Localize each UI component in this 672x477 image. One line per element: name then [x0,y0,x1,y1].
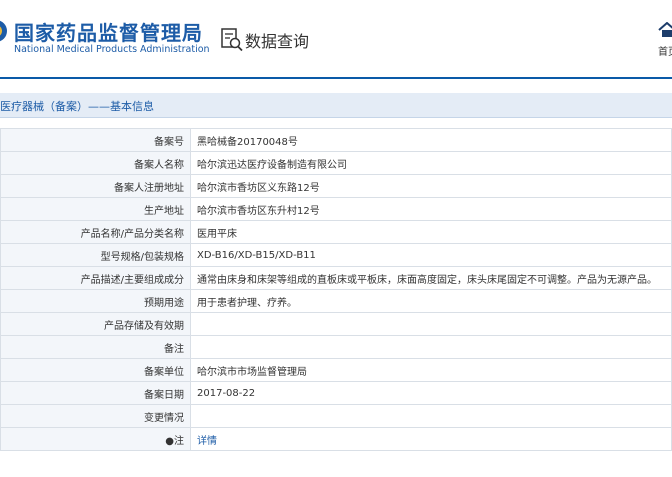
table-row: 备案日期 2017-08-22 [0,381,672,405]
table-row: 备注 [0,335,672,359]
emblem-icon [0,20,7,42]
field-value: 哈尔滨迅达医疗设备制造有限公司 [190,151,672,175]
agency-name-cn: 国家药品监督管理局 [14,21,203,45]
table-row: 型号规格/包装规格 XD-B16/XD-B15/XD-B11 [0,243,672,267]
field-value: 通常由床身和床架等组成的直板床或平板床，床面高度固定，床头床尾固定不可调整。产品… [190,266,672,290]
table-row: 备案人注册地址 哈尔滨市香坊区义东路12号 [0,174,672,198]
field-label: 产品存储及有效期 [0,312,191,336]
header-divider [0,77,672,79]
field-label: 备案日期 [0,381,191,405]
field-value: 哈尔滨市市场监督管理局 [190,358,672,382]
field-value: 哈尔滨市香坊区东升村12号 [190,197,672,221]
table-row: 产品存储及有效期 [0,312,672,336]
table-row: 产品名称/产品分类名称 医用平床 [0,220,672,244]
field-label: 备注 [0,335,191,359]
field-label: 备案号 [0,128,191,152]
breadcrumb: 医疗器械（备案）——基本信息 [0,100,154,113]
breadcrumb-bar: 医疗器械（备案）——基本信息 [0,93,672,118]
agency-name-en: National Medical Products Administration [14,44,210,55]
table-row: 备案单位 哈尔滨市市场监督管理局 [0,358,672,382]
table-row: 备案人名称 哈尔滨迅达医疗设备制造有限公司 [0,151,672,175]
field-label: 变更情况 [0,404,191,428]
field-label: 备案人名称 [0,151,191,175]
field-label: 产品名称/产品分类名称 [0,220,191,244]
field-value: XD-B16/XD-B15/XD-B11 [190,243,672,267]
field-value [190,312,672,336]
field-value [190,404,672,428]
field-value: 黑哈械备20170048号 [190,128,672,152]
record-detail-table: 备案号 黑哈械备20170048号 备案人名称 哈尔滨迅达医疗设备制造有限公司 … [0,128,672,451]
home-icon[interactable] [658,22,672,38]
table-row: 生产地址 哈尔滨市香坊区东升村12号 [0,197,672,221]
field-label: 型号规格/包装规格 [0,243,191,267]
table-row: 预期用途 用于患者护理、疗养。 [0,289,672,313]
field-label: 备案人注册地址 [0,174,191,198]
field-value [190,335,672,359]
home-link[interactable]: 首页 [658,43,672,58]
field-label: 产品描述/主要组成成分 [0,266,191,290]
field-value: 2017-08-22 [190,381,672,405]
field-label: 生产地址 [0,197,191,221]
table-row: ●注 详情 [0,427,672,451]
table-row: 变更情况 [0,404,672,428]
table-row: 产品描述/主要组成成分 通常由床身和床架等组成的直板床或平板床，床面高度固定，床… [0,266,672,290]
field-label: 备案单位 [0,358,191,382]
field-label: 预期用途 [0,289,191,313]
page-title: 数据查询 [245,32,310,51]
details-link[interactable]: 详情 [190,427,672,451]
field-value: 用于患者护理、疗养。 [190,289,672,313]
field-value: 哈尔滨市香坊区义东路12号 [190,174,672,198]
field-value: 医用平床 [190,220,672,244]
table-row: 备案号 黑哈械备20170048号 [0,128,672,152]
data-query-icon [221,28,243,52]
field-label: ●注 [0,427,191,451]
site-header: 国家药品监督管理局 National Medical Products Admi… [0,0,672,77]
